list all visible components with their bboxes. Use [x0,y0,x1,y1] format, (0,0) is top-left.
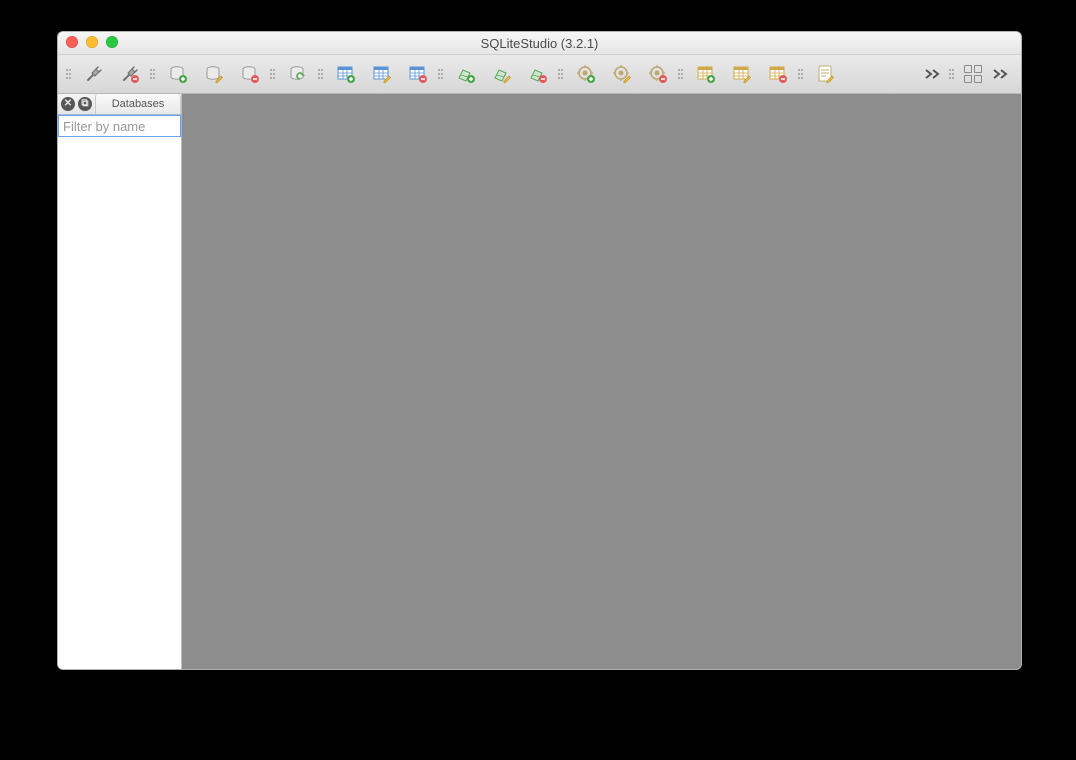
window-title: SQLiteStudio (3.2.1) [481,36,599,51]
filter-row [58,115,181,137]
panel-tab-databases[interactable]: Databases [95,94,181,114]
sql-editor-icon [816,64,836,84]
toolbar-grip[interactable] [66,62,72,86]
window-controls [66,36,118,48]
main-toolbar [58,55,1021,94]
edit-table-button[interactable] [368,60,396,88]
view-add-icon [696,64,716,84]
toolbar-grip[interactable] [150,62,156,86]
table-edit-icon [372,64,392,84]
view-remove-icon [768,64,788,84]
create-view-button[interactable] [692,60,720,88]
mdi-area [182,94,1021,669]
databases-panel: ✕ ⧉ Databases [58,94,182,669]
connect-database-button[interactable] [80,60,108,88]
trigger-add-icon [576,64,596,84]
toolbar-overflow-button-2[interactable] [989,62,1013,86]
plug-icon [84,64,104,84]
remove-database-button[interactable] [236,60,264,88]
create-trigger-button[interactable] [572,60,600,88]
toolbar-grip[interactable] [438,62,444,86]
delete-index-button[interactable] [524,60,552,88]
database-remove-icon [240,64,260,84]
toolbar-grip[interactable] [318,62,324,86]
toolbar-grip[interactable] [558,62,564,86]
toolbar-grip[interactable] [949,62,955,86]
close-window-button[interactable] [66,36,78,48]
database-add-icon [168,64,188,84]
window-layout-button[interactable] [961,62,985,86]
database-edit-icon [204,64,224,84]
panel-tabbar: ✕ ⧉ Databases [58,94,181,115]
delete-view-button[interactable] [764,60,792,88]
delete-trigger-button[interactable] [644,60,672,88]
zoom-window-button[interactable] [106,36,118,48]
table-remove-icon [408,64,428,84]
trigger-edit-icon [612,64,632,84]
database-refresh-icon [288,64,308,84]
index-remove-icon [528,64,548,84]
edit-database-button[interactable] [200,60,228,88]
chevron-double-right-icon [992,68,1010,80]
app-window: SQLiteStudio (3.2.1) [57,31,1022,670]
titlebar: SQLiteStudio (3.2.1) [58,32,1021,55]
disconnect-database-button[interactable] [116,60,144,88]
plug-disconnect-icon [120,64,140,84]
edit-index-button[interactable] [488,60,516,88]
filter-by-name-input[interactable] [58,115,181,137]
database-tree[interactable] [58,137,181,669]
create-index-button[interactable] [452,60,480,88]
grid-icon [964,65,982,83]
open-sql-editor-button[interactable] [812,60,840,88]
index-edit-icon [492,64,512,84]
edit-trigger-button[interactable] [608,60,636,88]
index-add-icon [456,64,476,84]
toolbar-grip[interactable] [270,62,276,86]
toolbar-grip[interactable] [798,62,804,86]
delete-table-button[interactable] [404,60,432,88]
minimize-window-button[interactable] [86,36,98,48]
edit-view-button[interactable] [728,60,756,88]
create-table-button[interactable] [332,60,360,88]
refresh-database-button[interactable] [284,60,312,88]
table-add-icon [336,64,356,84]
toolbar-overflow-button[interactable] [921,62,945,86]
chevron-double-right-icon [924,68,942,80]
panel-undock-button[interactable]: ⧉ [78,97,92,111]
view-edit-icon [732,64,752,84]
toolbar-grip[interactable] [678,62,684,86]
trigger-remove-icon [648,64,668,84]
add-database-button[interactable] [164,60,192,88]
app-body: ✕ ⧉ Databases [58,94,1021,669]
panel-close-button[interactable]: ✕ [61,97,75,111]
